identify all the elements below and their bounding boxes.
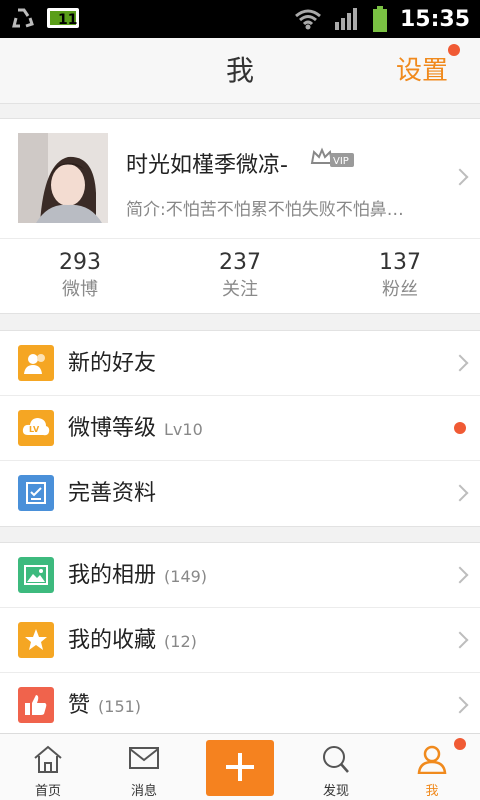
stat-weibo[interactable]: 293 微博 xyxy=(0,239,160,313)
recycle-icon xyxy=(12,8,34,28)
menu-item-label: 我的相册 (149) xyxy=(68,563,208,588)
menu-item-label: 赞 (151) xyxy=(68,693,142,718)
tab-label: 首页 xyxy=(34,784,61,799)
stat-value: 293 xyxy=(59,250,101,275)
level-badge xyxy=(454,422,466,434)
compose-button[interactable] xyxy=(206,740,274,796)
menu-item-label: 新的好友 xyxy=(68,351,157,376)
svg-text:VIP: VIP xyxy=(333,156,349,167)
tab-me[interactable]: 我 xyxy=(384,734,480,800)
title-bar: 我 设置 xyxy=(0,38,480,104)
plus-icon xyxy=(226,753,254,781)
tab-discover[interactable]: 发现 xyxy=(288,734,384,800)
stats-bar: 293 微博 237 关注 137 粉丝 xyxy=(0,238,480,314)
profile-bio: 简介:不怕苦不怕累不怕失败不怕鼻… xyxy=(126,200,404,220)
menu-item-complete-profile[interactable]: 完善资料 xyxy=(0,461,480,526)
me-badge xyxy=(454,738,466,750)
tab-messages[interactable]: 消息 xyxy=(96,734,192,800)
signal-icon xyxy=(334,8,357,30)
stat-value: 237 xyxy=(219,250,261,275)
search-icon xyxy=(323,746,349,773)
tab-bar: 首页 消息 发现 我 xyxy=(0,733,480,800)
svg-text:11: 11 xyxy=(58,12,77,28)
battery-icon xyxy=(372,6,387,32)
tab-compose[interactable] xyxy=(192,734,288,800)
profile-name: 时光如槿季微凉- xyxy=(126,153,288,178)
tab-label: 消息 xyxy=(130,784,157,799)
menu-item-new-friends[interactable]: 新的好友 xyxy=(0,331,480,396)
tab-label: 我 xyxy=(425,784,439,799)
chevron-right-icon xyxy=(451,484,469,502)
friends-icon xyxy=(18,345,54,381)
menu-item-album[interactable]: 我的相册 (149) xyxy=(0,543,480,608)
thumbs-up-icon xyxy=(18,687,54,723)
settings-badge xyxy=(448,44,460,56)
menu-item-favorites[interactable]: 我的收藏 (12) xyxy=(0,608,480,673)
wifi-icon xyxy=(295,9,321,30)
profile-icon xyxy=(417,745,447,774)
menu-item-label: 我的收藏 (12) xyxy=(68,628,197,653)
clock: 15:35 xyxy=(399,6,470,32)
svg-text:LV: LV xyxy=(29,425,40,434)
vip-badge: VIP xyxy=(310,147,356,173)
tab-label: 发现 xyxy=(322,784,349,799)
settings-button[interactable]: 设置 xyxy=(396,38,448,104)
mail-icon xyxy=(129,747,159,769)
crown-icon xyxy=(310,147,334,164)
tab-home[interactable]: 首页 xyxy=(0,734,96,800)
menu-item-weibo-level[interactable]: LV 微博等级 Lv10 xyxy=(0,396,480,461)
edit-profile-icon xyxy=(18,475,54,511)
stat-value: 137 xyxy=(379,250,421,275)
menu-item-label: 完善资料 xyxy=(68,481,157,506)
menu-group-1: 新的好友 LV 微博等级 Lv10 完善资料 xyxy=(0,330,480,527)
chevron-right-icon xyxy=(451,168,469,186)
stat-followers[interactable]: 137 粉丝 xyxy=(320,239,480,313)
battery-notification-icon: 11 xyxy=(47,8,79,28)
profile-card[interactable]: 时光如槿季微凉- VIP 简介:不怕苦不怕累不怕失败不怕鼻… xyxy=(0,118,480,238)
chevron-right-icon xyxy=(451,566,469,584)
menu-group-2: 我的相册 (149) 我的收藏 (12) 赞 (151) xyxy=(0,542,480,739)
stat-label: 粉丝 xyxy=(382,279,418,300)
stat-following[interactable]: 237 关注 xyxy=(160,239,320,313)
stat-label: 关注 xyxy=(222,279,258,300)
chevron-right-icon xyxy=(451,354,469,372)
chevron-right-icon xyxy=(451,631,469,649)
star-icon xyxy=(18,622,54,658)
home-icon xyxy=(34,745,62,773)
menu-item-label: 微博等级 Lv10 xyxy=(68,416,203,441)
avatar[interactable] xyxy=(18,133,108,223)
level-icon: LV xyxy=(18,410,54,446)
chevron-right-icon xyxy=(451,696,469,714)
stat-label: 微博 xyxy=(62,279,98,300)
status-bar: 11 15:35 xyxy=(0,0,480,38)
album-icon xyxy=(18,557,54,593)
menu-item-likes[interactable]: 赞 (151) xyxy=(0,673,480,738)
